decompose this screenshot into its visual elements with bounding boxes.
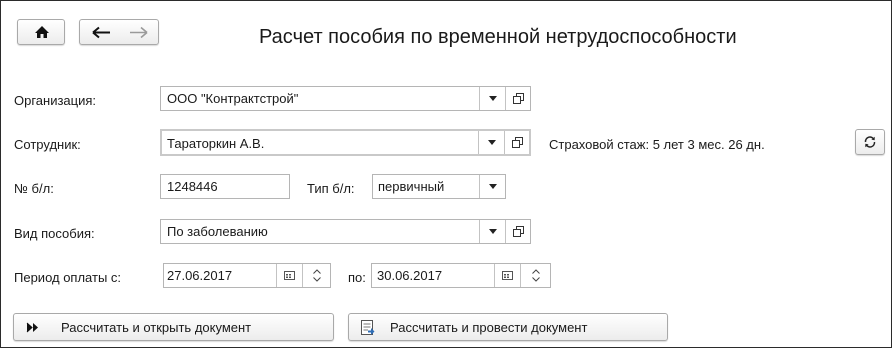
back-forward-group [79, 19, 159, 45]
employee-field[interactable]: Тараторкин А.В. [160, 129, 531, 156]
sick-leave-number-label: № б/л: [14, 181, 54, 196]
post-document-icon [361, 319, 377, 336]
calendar-icon [284, 271, 295, 280]
sick-leave-type-field[interactable]: первичный [372, 174, 506, 199]
open-window-icon [511, 137, 523, 148]
employee-dropdown-button[interactable] [478, 131, 504, 154]
chevron-up-icon[interactable] [531, 269, 540, 274]
sick-leave-number-field[interactable]: 1248446 [160, 174, 290, 199]
calculate-and-post-button[interactable]: Рассчитать и провести документ [348, 313, 668, 341]
calculate-and-open-label: Рассчитать и открыть документ [61, 320, 252, 335]
organization-field[interactable]: ООО "Контрактстрой" [160, 86, 531, 111]
home-icon [34, 25, 50, 39]
period-to-label: по: [348, 270, 366, 285]
chevron-down-icon[interactable] [312, 277, 321, 282]
refresh-button[interactable] [855, 129, 885, 155]
period-from-label: Период оплаты с: [14, 270, 122, 285]
employee-value: Тараторкин А.В. [167, 136, 265, 151]
triangle-down-icon [487, 140, 496, 145]
home-button[interactable] [17, 19, 65, 45]
open-window-icon [512, 93, 524, 104]
calculate-and-open-button[interactable]: Рассчитать и открыть документ [13, 313, 334, 341]
benefit-type-dropdown-button[interactable] [479, 220, 505, 243]
triangle-down-icon [488, 229, 497, 234]
sick-leave-number-value: 1248446 [167, 179, 218, 194]
refresh-icon [863, 135, 877, 149]
period-from-calendar-button[interactable] [276, 264, 302, 287]
benefit-type-value: По заболеванию [167, 224, 268, 239]
sick-leave-type-value: первичный [378, 179, 445, 194]
form-window: Расчет пособия по временной нетрудоспосо… [0, 0, 892, 348]
page-title: Расчет пособия по временной нетрудоспосо… [259, 26, 737, 48]
triangle-down-icon [488, 184, 497, 189]
organization-dropdown-button[interactable] [479, 87, 505, 110]
period-from-spinner[interactable] [302, 264, 330, 287]
benefit-type-open-button[interactable] [505, 220, 530, 243]
chevron-down-icon[interactable] [531, 277, 540, 282]
period-to-calendar-button[interactable] [494, 264, 520, 287]
benefit-type-field[interactable]: По заболеванию [160, 219, 531, 244]
triangle-down-icon [488, 96, 497, 101]
arrow-left-icon[interactable] [92, 26, 112, 39]
calculate-and-post-label: Рассчитать и провести документ [390, 320, 588, 335]
employee-label: Сотрудник: [14, 137, 81, 152]
calendar-icon [502, 271, 513, 280]
insurance-experience-text: Страховой стаж: 5 лет 3 мес. 26 дн. [549, 137, 765, 152]
period-to-field[interactable]: 30.06.2017 [371, 263, 551, 288]
double-arrow-right-icon [26, 322, 40, 333]
benefit-type-label: Вид пособия: [14, 226, 95, 241]
organization-open-button[interactable] [505, 87, 530, 110]
sick-leave-type-label: Тип б/л: [307, 181, 355, 196]
open-window-icon [512, 226, 524, 237]
period-from-value: 27.06.2017 [167, 268, 233, 283]
period-to-spinner[interactable] [520, 264, 550, 287]
period-to-value: 30.06.2017 [377, 268, 443, 283]
chevron-up-icon[interactable] [312, 269, 321, 274]
organization-label: Организация: [14, 93, 97, 108]
sick-leave-type-dropdown-button[interactable] [479, 175, 505, 198]
period-from-field[interactable]: 27.06.2017 [163, 263, 331, 288]
employee-open-button[interactable] [504, 131, 529, 154]
arrow-right-icon[interactable] [128, 26, 148, 39]
organization-value: ООО "Контрактстрой" [167, 91, 299, 106]
